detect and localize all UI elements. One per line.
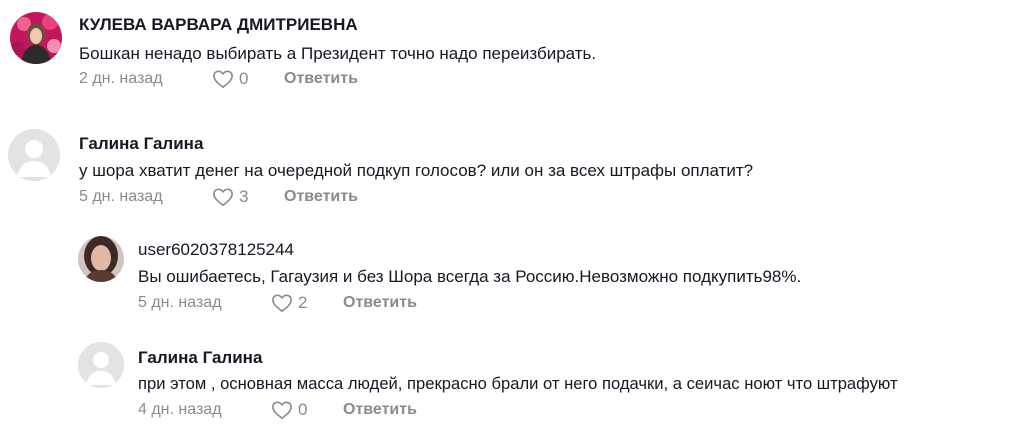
comment-actions: 5 дн. назад 3 Ответить: [79, 187, 358, 207]
reply-button[interactable]: Ответить: [284, 70, 358, 88]
comment-author[interactable]: КУЛЕВА ВАРВАРА ДМИТРИЕВНА: [79, 15, 358, 35]
reply-button[interactable]: Ответить: [284, 188, 358, 206]
user-photo-icon: [78, 236, 124, 282]
default-user-icon: [8, 129, 60, 181]
comment-text: Вы ошибаетесь, Гагаузия и без Шора всегд…: [138, 267, 802, 286]
comment-text: при этом , основная масса людей, прекрас…: [138, 374, 898, 393]
comment-text: у шора хватит денег на очередной подкуп …: [79, 161, 754, 180]
avatar[interactable]: [8, 129, 60, 181]
default-user-icon: [78, 342, 124, 388]
like-count: 2: [298, 293, 308, 312]
comment-author[interactable]: Галина Галина: [138, 348, 262, 368]
avatar[interactable]: [10, 12, 62, 64]
heart-outline-icon: [213, 188, 233, 206]
like-button[interactable]: 0: [271, 400, 343, 420]
comment-timestamp: 4 дн. назад: [138, 401, 222, 418]
like-count: 0: [298, 400, 308, 419]
like-button[interactable]: 2: [271, 293, 343, 313]
comment-text: Бошкан ненадо выбирать а Президент точно…: [79, 44, 597, 63]
comment-timestamp: 2 дн. назад: [79, 70, 163, 87]
like-count: 0: [239, 69, 249, 88]
like-button[interactable]: 3: [212, 187, 284, 207]
comment-actions: 2 дн. назад 0 Ответить: [79, 69, 358, 89]
comment-timestamp: 5 дн. назад: [79, 188, 163, 205]
reply-button[interactable]: Ответить: [343, 401, 417, 419]
user-photo-icon: [10, 12, 62, 64]
avatar[interactable]: [78, 342, 124, 388]
comment-author[interactable]: Галина Галина: [79, 134, 203, 154]
comment-actions: 5 дн. назад 2 Ответить: [138, 293, 417, 313]
avatar[interactable]: [78, 236, 124, 282]
comment-author[interactable]: user6020378125244: [138, 240, 294, 260]
heart-outline-icon: [213, 70, 233, 88]
comment-actions: 4 дн. назад 0 Ответить: [138, 400, 417, 420]
like-count: 3: [239, 187, 249, 206]
like-button[interactable]: 0: [212, 69, 284, 89]
heart-outline-icon: [272, 401, 292, 419]
comment-timestamp: 5 дн. назад: [138, 294, 222, 311]
heart-outline-icon: [272, 294, 292, 312]
reply-button[interactable]: Ответить: [343, 294, 417, 312]
